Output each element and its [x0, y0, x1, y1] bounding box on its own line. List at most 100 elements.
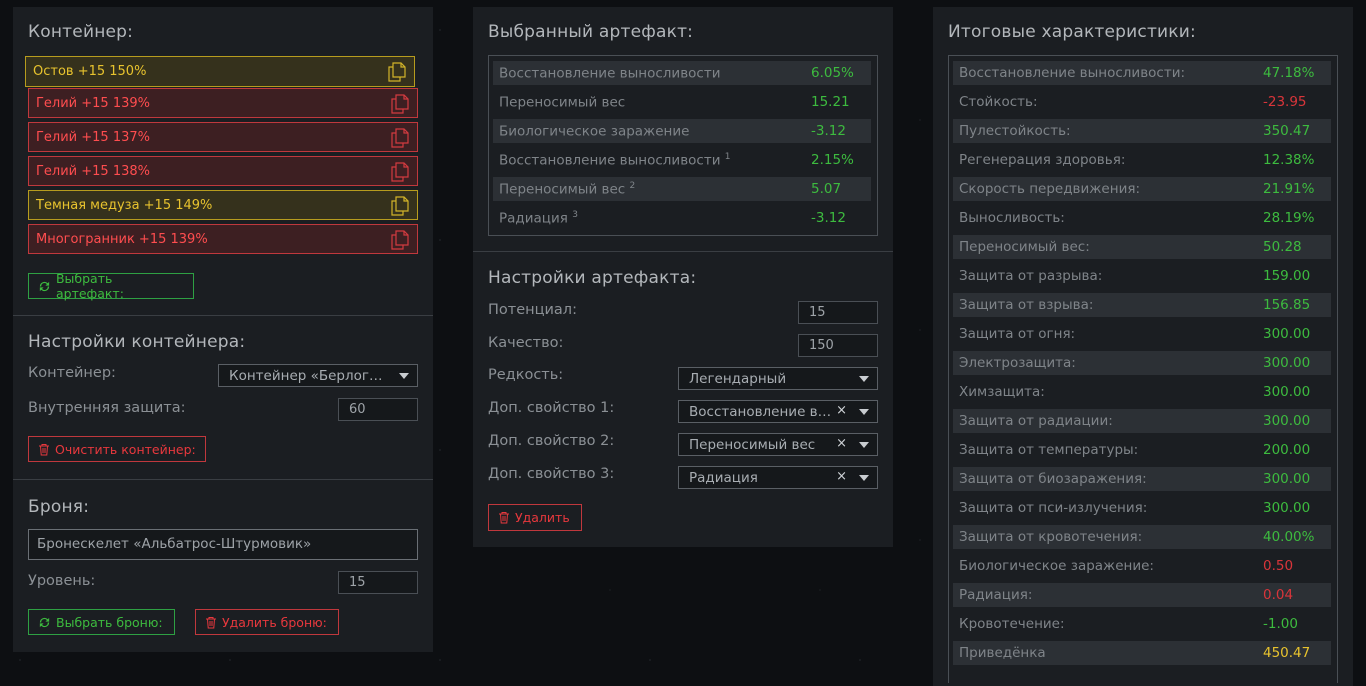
divider [473, 251, 893, 252]
total-name: Электрозащита: [959, 355, 1076, 371]
clear-icon[interactable]: × [836, 469, 847, 484]
container-title: Контейнер: [28, 22, 134, 42]
total-row: Химзащита: 300.00 [953, 380, 1331, 404]
copy-icon[interactable] [391, 162, 409, 182]
total-value: 200.00 [1263, 442, 1311, 458]
copy-icon[interactable] [391, 128, 409, 148]
total-row: Приведёнка 450.47 [953, 641, 1331, 665]
total-row: Защита от температуры: 200.00 [953, 438, 1331, 462]
total-value: 450.47 [1263, 645, 1311, 661]
stat-name: Радиация 3 [499, 209, 578, 227]
total-row: Защита от биозаражения: 300.00 [953, 467, 1331, 491]
totals-table: Восстановление выносливости: 47.18% Стойко… [948, 55, 1338, 683]
stat-row: Переносимый вес 2 5.07 [493, 177, 871, 201]
select-armor-label: Выбрать броню: [56, 614, 163, 630]
total-value: 12.38% [1263, 152, 1315, 168]
container-settings-title: Настройки контейнера: [28, 332, 246, 352]
total-value: 300.00 [1263, 500, 1311, 516]
stat-name: Переносимый вес 2 [499, 180, 636, 198]
container-select[interactable]: Контейнер «Берлога-6у» [218, 364, 418, 387]
total-row: Пулестойкость: 350.47 [953, 119, 1331, 143]
total-value: -23.95 [1263, 94, 1307, 110]
total-row: Биологическое заражение: 0.50 [953, 554, 1331, 578]
select-armor-button[interactable]: Выбрать броню: [28, 609, 175, 635]
container-panel: Контейнер: Остов +15 150% Гелий +15 139% Г… [13, 7, 433, 652]
stat-value: 6.05% [811, 65, 854, 81]
trash-icon [39, 443, 49, 455]
potential-field[interactable]: 15 [798, 301, 878, 324]
clear-container-label: Очистить контейнер: [55, 441, 196, 457]
potential-label: Потенциал: [488, 302, 577, 318]
total-row: Регенерация здоровья: 12.38% [953, 148, 1331, 172]
total-name: Кровотечение: [959, 616, 1065, 632]
total-name: Защита от кровотечения: [959, 529, 1143, 545]
total-row: Радиация: 0.04 [953, 583, 1331, 607]
total-value: 50.28 [1263, 239, 1302, 255]
total-row: Восстановление выносливости: 47.18% [953, 61, 1331, 85]
total-value: 300.00 [1263, 413, 1311, 429]
artifact-label: Гелий +15 139% [36, 95, 150, 111]
artifact-label: Остов +15 150% [33, 64, 147, 79]
clear-container-button[interactable]: Очистить контейнер: [28, 436, 206, 462]
delete-artifact-button[interactable]: Удалить [488, 504, 582, 531]
prop1-select[interactable]: Восстановление выносливости × [678, 400, 878, 423]
copy-icon[interactable] [391, 230, 409, 250]
total-name: Радиация: [959, 587, 1033, 603]
stat-value: -3.12 [811, 210, 846, 226]
total-value: 156.85 [1263, 297, 1311, 313]
total-row: Переносимый вес: 50.28 [953, 235, 1331, 259]
stat-row: Восстановление выносливости 1 2.15% [493, 148, 871, 172]
total-name: Приведёнка [959, 645, 1046, 661]
select-artifact-button[interactable]: Выбрать артефакт: [28, 271, 194, 301]
chevron-down-icon [859, 376, 869, 382]
artifact-list: Остов +15 150% Гелий +15 139% Гелий +15 13… [25, 56, 418, 261]
total-value: 21.91% [1263, 181, 1315, 197]
total-row: Защита от кровотечения: 40.00% [953, 525, 1331, 549]
artifact-slot[interactable]: Гелий +15 139% [28, 88, 418, 118]
delete-armor-button[interactable]: Удалить броню: [195, 609, 339, 635]
stat-name: Переносимый вес [499, 94, 626, 111]
total-name: Стойкость: [959, 94, 1038, 110]
internal-protection-field[interactable]: 60 [338, 398, 418, 421]
stat-row: Биологическое заражение -3.12 [493, 119, 871, 143]
chevron-down-icon [859, 442, 869, 448]
total-name: Биологическое заражение: [959, 558, 1154, 574]
total-value: 40.00% [1263, 529, 1315, 545]
totals-panel: Итоговые характеристики: Восстановление … [933, 7, 1353, 686]
stat-name: Биологическое заражение [499, 123, 690, 140]
armor-title: Броня: [28, 497, 90, 517]
prop2-select[interactable]: Переносимый вес × [678, 433, 878, 456]
total-row: Защита от пси-излучения: 300.00 [953, 496, 1331, 520]
armor-field[interactable]: Бронескелет «Альбатрос-Штурмовик» [28, 529, 418, 560]
total-value: 0.50 [1263, 558, 1294, 574]
prop1-label: Доп. свойство 1: [488, 400, 615, 416]
copy-icon[interactable] [391, 94, 409, 114]
total-name: Защита от пси-излучения: [959, 500, 1148, 516]
clear-icon[interactable]: × [836, 403, 847, 418]
total-value: 350.47 [1263, 123, 1311, 139]
rarity-select[interactable]: Легендарный [678, 367, 878, 390]
artifact-slot[interactable]: Темная медуза +15 149% [28, 190, 418, 220]
total-row: Стойкость: -23.95 [953, 90, 1331, 114]
artifact-slot[interactable]: Гелий +15 138% [28, 156, 418, 186]
artifact-slot[interactable]: Многогранник +15 139% [28, 224, 418, 254]
artifact-slot[interactable]: Гелий +15 137% [28, 122, 418, 152]
total-value: 28.19% [1263, 210, 1315, 226]
clear-icon[interactable]: × [836, 436, 847, 451]
stat-value: 5.07 [811, 181, 842, 197]
copy-icon[interactable] [391, 196, 409, 216]
stat-row: Восстановление выносливости 6.05% [493, 61, 871, 85]
selected-artifact-table: Восстановление выносливости 6.05% Перенос… [488, 55, 878, 236]
total-value: 0.04 [1263, 587, 1294, 603]
level-field[interactable]: 15 [338, 571, 418, 594]
total-row: Защита от огня: 300.00 [953, 322, 1331, 346]
selected-artifact-panel: Выбранный артефакт: Восстановление вынос… [473, 7, 893, 547]
quality-field[interactable]: 150 [798, 334, 878, 357]
total-name: Выносливость: [959, 210, 1065, 226]
stat-value: 2.15% [811, 152, 854, 168]
copy-icon[interactable] [388, 62, 406, 82]
chevron-down-icon [399, 373, 409, 379]
total-name: Регенерация здоровья: [959, 152, 1126, 168]
artifact-slot[interactable]: Остов +15 150% [25, 56, 415, 87]
prop3-select[interactable]: Радиация × [678, 466, 878, 489]
